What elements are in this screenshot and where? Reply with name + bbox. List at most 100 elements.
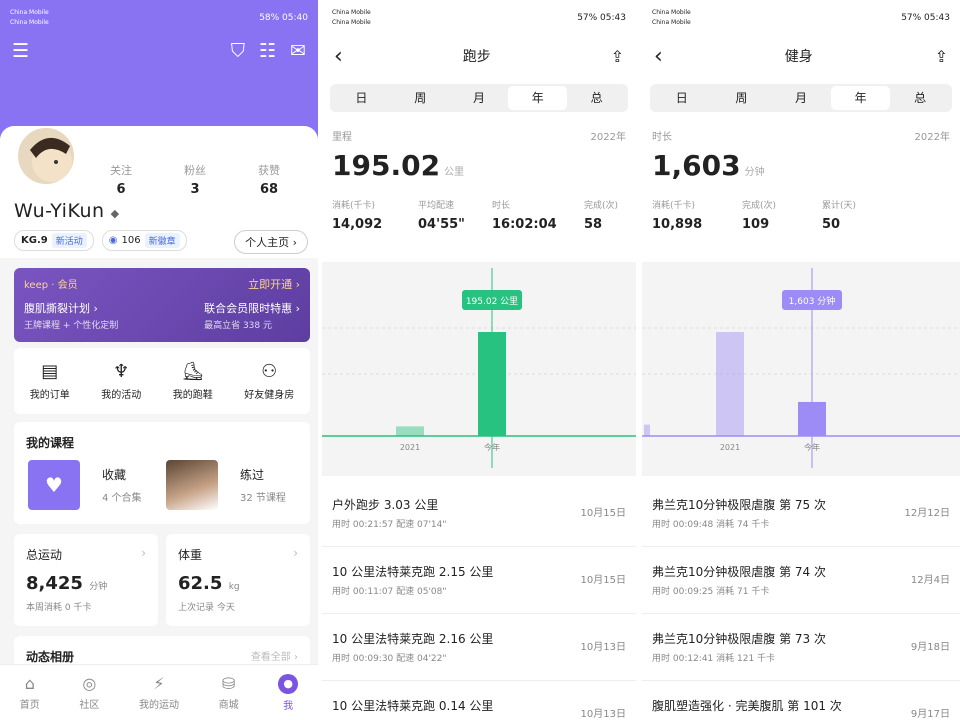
metric-count: 完成(次) 109	[742, 201, 777, 232]
bar-1	[716, 332, 744, 436]
list-item[interactable]: 弗兰克10分钟极限虐腹 第 73 次用时 00:12:41 消耗 121 千卡 9…	[642, 614, 960, 681]
bottom-tab-bar: ⌂ 首页 ◎ 社区 ⚡ 我的运动 ⛁ 商城 ● 我	[0, 664, 318, 720]
running-stats-screen: China Mobile China Mobile 57% 05:43 ‹ 跑步 …	[322, 0, 636, 720]
metric-calories: 消耗(千卡) 14,092	[332, 201, 383, 232]
stat-following[interactable]: 关注 6	[100, 162, 142, 197]
profile-screen: China Mobile China Mobile 58% 05:40 ☰ ⛉ ☷…	[0, 0, 318, 720]
menu-icon[interactable]: ☰	[12, 40, 29, 62]
seg-day[interactable]: 日	[332, 86, 391, 110]
seg-week[interactable]: 周	[712, 86, 772, 110]
medal-icon: ◉	[108, 235, 118, 246]
period-segmented-control: 日 周 月 年 总	[650, 84, 952, 112]
vip-banner[interactable]: keep · 会员 立即开通 › 腹肌撕裂计划 › 王牌课程 + 个性化定制 联合会…	[14, 268, 310, 342]
shoe-badge-icon: ◆	[110, 207, 120, 220]
distance-total: 195.02 公里	[332, 149, 465, 182]
shoe-icon: ⛸	[181, 361, 205, 382]
seg-year[interactable]: 年	[830, 86, 891, 110]
clipboard-icon: ▤	[41, 361, 59, 382]
heart-icon[interactable]: ♥	[28, 460, 80, 510]
seg-total[interactable]: 总	[890, 86, 950, 110]
share-icon[interactable]: ⇪	[935, 47, 948, 66]
tab-my-sports[interactable]: ⚡ 我的运动	[139, 674, 179, 711]
metric-duration: 时长 16:02:04	[492, 201, 557, 232]
back-icon[interactable]: ‹	[654, 44, 663, 69]
points-badge[interactable]: ◉ 106 新徽章	[101, 230, 187, 251]
total-exercise-card[interactable]: 总运动 › 8,425 分钟 本周消耗 0 千卡	[14, 534, 158, 626]
avatar-illustration	[30, 137, 72, 182]
bar-1	[396, 426, 424, 436]
tshirt-icon[interactable]: ⛉	[231, 40, 245, 62]
quick-actions: ▤ 我的订单 ♆ 我的活动 ⛸ 我的跑鞋 ⚇ 好友健身房	[14, 348, 310, 414]
my-shoes[interactable]: ⛸ 我的跑鞋	[173, 361, 213, 401]
status-bar: China Mobile China Mobile 57% 05:43	[652, 9, 950, 26]
community-icon: ◎	[82, 674, 97, 693]
bar-0	[644, 424, 650, 436]
metric-days: 累计(天) 50	[822, 201, 857, 232]
seg-total[interactable]: 总	[567, 86, 626, 110]
my-courses: 我的课程 ♥ 收藏 4 个合集 练过 32 节课程	[14, 422, 310, 524]
username: Wu-YiKun	[14, 200, 105, 222]
profile-card: 关注 6 粉丝 3 获赞 68 Wu-YiKun ◆ KG.9 新活动 ◉ 106 新徽章 个…	[0, 126, 318, 258]
vip-open-link[interactable]: 立即开通 ›	[248, 276, 300, 292]
page-title: 健身	[784, 49, 813, 65]
stat-likes[interactable]: 获赞 68	[248, 162, 290, 197]
status-bar: China Mobile China Mobile 58% 05:40	[10, 9, 308, 26]
duration-bar-chart[interactable]: 2021 今年 1,603 分钟	[642, 262, 960, 476]
home-page-button[interactable]: 个人主页 ›	[234, 230, 308, 254]
seg-year[interactable]: 年	[508, 86, 568, 110]
tab-home[interactable]: ⌂ 首页	[20, 674, 40, 711]
chart-svg: 2021 今年1,603 分钟	[642, 268, 960, 468]
list-item[interactable]: 10 公里法特莱克跑 0.14 公里 10月13日	[322, 681, 636, 720]
stat-followers[interactable]: 粉丝 3	[174, 162, 216, 197]
metric-pace: 平均配速 04'55"	[418, 201, 465, 232]
favorites[interactable]: 收藏 4 个合集	[102, 466, 142, 504]
my-orders[interactable]: ▤ 我的订单	[30, 361, 70, 401]
fitness-stats-screen: China Mobile China Mobile 57% 05:43 ‹ 健身 …	[642, 0, 960, 720]
friends-gym[interactable]: ⚇ 好友健身房	[244, 361, 294, 401]
distance-bar-chart[interactable]: 2021 今年 195.02 公里	[322, 262, 636, 476]
chart-svg: 2021 今年195.02 公里	[322, 268, 636, 468]
home-icon: ⌂	[24, 674, 35, 693]
activity-list: 弗兰克10分钟极限虐腹 第 75 次用时 00:09:48 消耗 74 千卡 12…	[642, 480, 960, 720]
metric-count: 完成(次) 58	[584, 201, 619, 232]
tooltip-label: 1,603 分钟	[789, 295, 836, 307]
tick-label: 2021	[400, 443, 420, 452]
me-icon: ●	[278, 673, 299, 694]
chevron-right-icon: ›	[141, 546, 146, 560]
back-icon[interactable]: ‹	[334, 44, 343, 69]
tab-me[interactable]: ● 我	[278, 673, 299, 712]
page-title: 跑步	[462, 49, 491, 65]
tab-shop[interactable]: ⛁ 商城	[219, 674, 239, 711]
list-item[interactable]: 弗兰克10分钟极限虐腹 第 75 次用时 00:09:48 消耗 74 千卡 12…	[642, 480, 960, 547]
period-segmented-control: 日 周 月 年 总	[330, 84, 628, 112]
people-icon: ⚇	[261, 361, 278, 382]
vip-plan1[interactable]: 腹肌撕裂计划 › 王牌课程 + 个性化定制	[24, 300, 118, 331]
seg-week[interactable]: 周	[391, 86, 450, 110]
trophy-icon: ♆	[113, 361, 130, 382]
level-badge[interactable]: KG.9 新活动	[14, 230, 94, 251]
seg-month[interactable]: 月	[450, 86, 509, 110]
list-item[interactable]: 腹肌塑造强化 · 完美腹肌 第 101 次 9月17日	[642, 681, 960, 720]
practiced[interactable]: 练过 32 节课程	[240, 466, 286, 504]
my-activities[interactable]: ♆ 我的活动	[101, 361, 141, 401]
vip-plan2[interactable]: 联合会员限时特惠 › 最高立省 338 元	[204, 300, 300, 331]
share-icon[interactable]: ⇪	[611, 47, 624, 66]
avatar[interactable]	[16, 126, 76, 186]
chevron-right-icon: ›	[293, 546, 298, 560]
list-item[interactable]: 户外跑步 3.03 公里 用时 00:21:57 配速 07'14" 10月15日	[322, 480, 636, 547]
activity-list: 户外跑步 3.03 公里 用时 00:21:57 配速 07'14" 10月15日 …	[322, 480, 636, 720]
shop-icon: ⛁	[221, 674, 236, 693]
list-item[interactable]: 10 公里法特莱克跑 2.16 公里 用时 00:09:30 配速 04'22" 1…	[322, 614, 636, 681]
list-item[interactable]: 弗兰克10分钟极限虐腹 第 74 次用时 00:09:25 消耗 71 千卡 12…	[642, 547, 960, 614]
scan-icon[interactable]: ☷	[259, 40, 276, 62]
course-thumbnail[interactable]	[166, 460, 218, 510]
weight-card[interactable]: 体重 › 62.5 kg 上次记录 今天	[166, 534, 310, 626]
seg-day[interactable]: 日	[652, 86, 712, 110]
list-item[interactable]: 10 公里法特莱克跑 2.15 公里 用时 00:11:07 配速 05'08" 1…	[322, 547, 636, 614]
tab-community[interactable]: ◎ 社区	[79, 674, 99, 711]
status-bar: China Mobile China Mobile 57% 05:43	[332, 9, 626, 26]
activity-icon: ⚡	[153, 674, 165, 693]
seg-month[interactable]: 月	[771, 86, 831, 110]
mail-icon[interactable]: ✉	[290, 40, 306, 62]
metric-calories: 消耗(千卡) 10,898	[652, 201, 703, 232]
